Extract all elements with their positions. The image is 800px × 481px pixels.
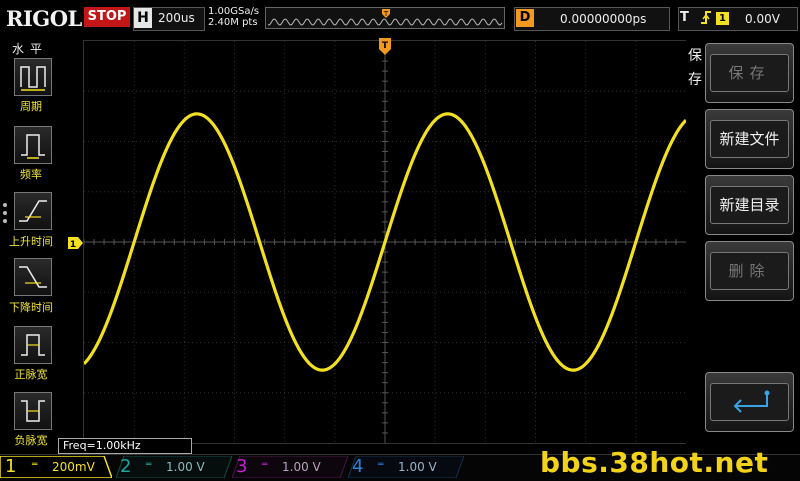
dc-coupling-icon: ═ [378,460,384,470]
channel-3-box[interactable]: 3 ═ 1.00 V [232,456,348,478]
channel-4-box[interactable]: 4 ═ 1.00 V [348,456,464,478]
channel-3-scale: 1.00 V [282,460,321,474]
channel-2-box[interactable]: 2 ═ 1.00 V [116,456,232,478]
waveform-graticule [82,40,688,443]
measurement-category-title: 水平 [12,42,49,56]
memory-overview-waveform: T [267,9,503,26]
menu-title: 保存 [688,48,702,88]
dc-coupling-icon: ═ [146,460,152,470]
page-dot [3,203,7,207]
trigger-position-marker[interactable]: T [379,38,391,60]
trigger-position-marker: T [383,10,389,18]
measure-fall-time-label: 下降时间 [9,301,53,314]
run-stop-status[interactable]: STOP [84,7,130,27]
save-button[interactable]: 保存 [705,43,794,103]
memory-overview-strip[interactable]: T [265,7,505,29]
new-file-button[interactable]: 新建文件 [705,109,794,169]
save-button-label: 保存 [710,54,789,92]
delay-label: D [516,9,534,27]
watermark-text: bbs.38hot.net [540,446,769,479]
negative-width-icon[interactable] [14,392,52,430]
channel-4-scale: 1.00 V [398,460,437,474]
trigger-level: 0.00V [745,12,780,26]
dc-coupling-icon: ═ [32,460,38,470]
brand-logo: RIGOL [6,6,82,31]
measure-rise-time-label: 上升时间 [9,235,53,248]
horizontal-label: H [134,8,152,28]
measure-positive-width-label: 正脉宽 [14,368,48,381]
page-dot [3,219,7,223]
page-dot [3,211,7,215]
fall-time-icon[interactable] [14,258,52,296]
measure-period-label: 周期 [20,100,42,113]
delete-button[interactable]: 删除 [705,241,794,301]
new-directory-button-label: 新建目录 [710,186,789,224]
delete-button-label: 删除 [710,252,789,290]
rise-time-icon[interactable] [14,192,52,230]
acquisition-info: 1.00GSa/s 2.40M pts [208,6,259,28]
ch1-marker-label: 1 [70,240,76,249]
timebase-value: 200us [158,11,195,25]
trigger-label: T [680,10,689,25]
positive-width-icon[interactable] [14,326,52,364]
trigger-box[interactable] [678,7,798,31]
delay-value: 0.00000000ps [560,12,647,26]
new-directory-button[interactable]: 新建目录 [705,175,794,235]
enter-icon [710,383,789,421]
measure-negative-width-label: 负脉宽 [14,434,48,447]
sample-rate: 1.00GSa/s [208,6,260,17]
measure-frequency-label: 频率 [20,168,42,181]
trigger-source: 1 [716,12,729,25]
new-file-button-label: 新建文件 [710,120,789,158]
rising-edge-icon [699,9,713,32]
enter-button[interactable] [705,372,794,432]
channel-2-scale: 1.00 V [166,460,205,474]
frequency-icon[interactable] [14,126,52,164]
period-icon[interactable] [14,58,52,96]
channel-1-number: 1 [5,456,17,477]
channel-3-number: 3 [236,456,248,477]
waveform-display[interactable] [82,40,688,444]
channel-1-scale: 200mV [52,460,95,474]
memory-depth: 2.40M pts [208,17,258,28]
channel-4-number: 4 [352,456,364,477]
frequency-readout: Freq=1.00kHz [58,438,192,454]
channel-2-number: 2 [120,456,132,477]
channel-1-box[interactable]: 1 ═ 200mV [0,456,112,478]
trigger-marker-label: T [382,41,389,51]
dc-coupling-icon: ═ [262,460,268,470]
ch1-offset-marker[interactable]: 1 [68,234,83,253]
